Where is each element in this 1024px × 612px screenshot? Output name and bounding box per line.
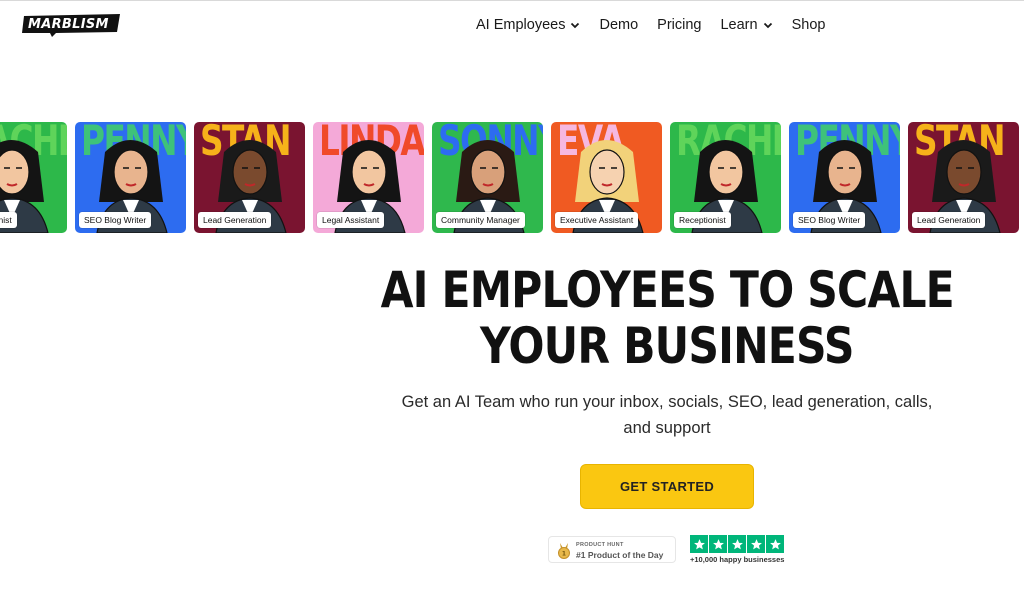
star-icon — [728, 535, 746, 553]
star-icon — [690, 535, 708, 553]
happy-businesses-count: +10,000 happy businesses — [690, 555, 785, 564]
employee-role-label: Receptionist — [674, 212, 731, 228]
headline-line-2: YOUR BUSINESS — [480, 317, 854, 375]
nav-ai-employees[interactable]: AI Employees — [476, 17, 580, 33]
employee-card[interactable]: RACHELReceptionist — [670, 122, 781, 233]
employee-card[interactable]: LINDALegal Assistant — [313, 122, 424, 233]
employee-role-label: SEO Blog Writer — [79, 212, 152, 228]
chevron-down-icon — [570, 20, 580, 30]
marblism-logo[interactable]: MARBLISM — [22, 13, 122, 37]
nav-shop[interactable]: Shop — [792, 17, 826, 33]
svg-text:1: 1 — [562, 551, 566, 558]
nav-label: Shop — [791, 17, 826, 33]
employee-role-label: Community Manager — [436, 212, 525, 228]
nav-label: Pricing — [657, 17, 702, 33]
employee-card[interactable]: STANLead Generation — [908, 122, 1019, 233]
product-hunt-award: #1 Product of the Day — [576, 550, 664, 560]
nav-pricing[interactable]: Pricing — [657, 17, 701, 33]
get-started-button[interactable]: GET STARTED — [580, 464, 754, 509]
employee-card[interactable]: PENNYSEO Blog Writer — [789, 122, 900, 233]
employee-role-label: Lead Generation — [198, 212, 272, 228]
medal-icon: 1 — [557, 543, 571, 564]
hero-headline: AI EMPLOYEES TO SCALE YOUR BUSINESS — [300, 262, 1024, 374]
star-icon — [747, 535, 765, 553]
chevron-down-icon — [763, 20, 773, 30]
star-icon — [709, 535, 727, 553]
product-hunt-label: PRODUCT HUNT — [576, 542, 624, 548]
employee-role-label: Lead Generation — [912, 212, 986, 228]
product-hunt-badge[interactable]: 1 PRODUCT HUNT #1 Product of the Day — [548, 536, 676, 563]
nav-label: Learn — [720, 17, 758, 33]
nav-demo[interactable]: Demo — [599, 17, 638, 33]
subtitle-line-2: and support — [623, 419, 711, 437]
trustpilot-badge[interactable]: +10,000 happy businesses — [690, 535, 785, 564]
nav-learn[interactable]: Learn — [720, 17, 772, 33]
employee-role-label: Executive Assistant — [555, 212, 639, 228]
employee-role-label: Legal Assistant — [317, 212, 385, 228]
employee-card[interactable]: PENNYSEO Blog Writer — [75, 122, 186, 233]
star-icon — [766, 535, 784, 553]
nav-label: AI Employees — [476, 17, 566, 33]
subtitle-line-1: Get an AI Team who run your inbox, socia… — [401, 393, 933, 411]
employee-card[interactable]: SONNYCommunity Manager — [432, 122, 543, 233]
employee-card[interactable]: STANLead Generation — [194, 122, 305, 233]
employee-carousel: RACHELReceptionistPENNYSEO Blog WriterST… — [0, 122, 1024, 234]
employee-card[interactable]: EVA Executive Assistant — [551, 122, 662, 233]
employee-role-label: SEO Blog Writer — [793, 212, 866, 228]
employee-role-label: Receptionist — [0, 212, 17, 228]
nav-label: Demo — [599, 17, 639, 33]
top-border — [0, 0, 1024, 1]
hero-subtitle: Get an AI Team who run your inbox, socia… — [380, 389, 954, 441]
headline-line-1: AI EMPLOYEES TO SCALE — [380, 261, 954, 319]
employee-card[interactable]: RACHELReceptionist — [0, 122, 67, 233]
rating-stars — [690, 535, 785, 553]
main-nav: AI Employees Demo Pricing Learn Shop — [476, 15, 844, 35]
svg-text:MARBLISM: MARBLISM — [28, 17, 109, 32]
